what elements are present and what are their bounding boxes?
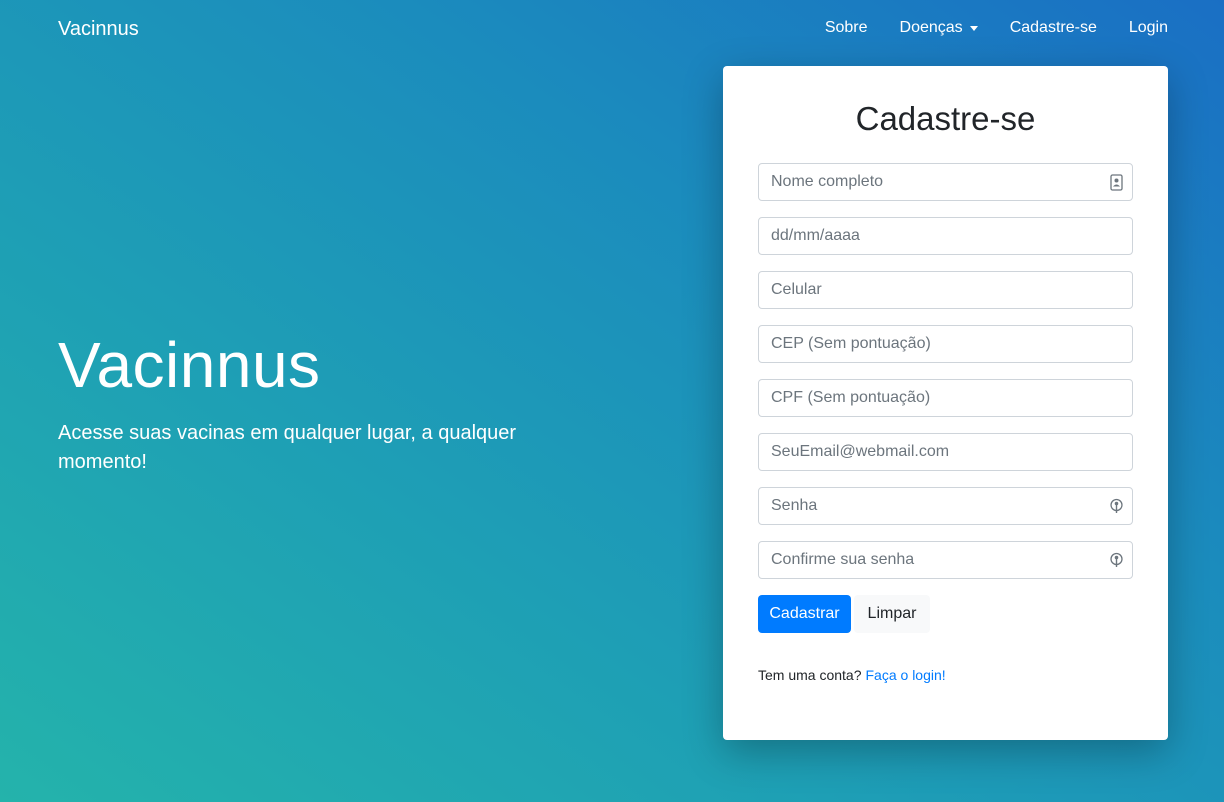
nav-link-sobre[interactable]: Sobre (825, 19, 868, 37)
login-link[interactable]: Faça o login! (866, 667, 946, 683)
nav-link-cadastre-se[interactable]: Cadastre-se (1010, 19, 1097, 37)
confirm-password-field-wrapper (758, 541, 1133, 579)
brand-link[interactable]: Vacinnus (58, 18, 139, 41)
hero-title: Vacinnus (58, 329, 321, 401)
password-key-icon[interactable] (1110, 498, 1123, 515)
navbar: Vacinnus Sobre Doenças Cadastre-se Login (0, 0, 1224, 60)
login-prompt-text: Tem uma conta? (758, 667, 862, 683)
signup-card: Cadastre-se Nome completo dd/mm/aaaa Cel… (723, 66, 1168, 740)
phone-field-wrapper (758, 271, 1133, 309)
cpf-input[interactable] (759, 380, 1132, 416)
cep-field-wrapper (758, 325, 1133, 363)
name-input[interactable] (759, 164, 1132, 200)
hero-subtitle: Acesse suas vacinas em qualquer lugar, a… (58, 422, 517, 473)
cep-input[interactable] (759, 326, 1132, 362)
birthdate-input[interactable] (759, 218, 1132, 254)
login-prompt-line: Tem uma conta? Faça o login! (758, 667, 946, 683)
confirm-password-input[interactable] (759, 542, 1132, 578)
password-key-icon[interactable] (1110, 552, 1123, 569)
password-input[interactable] (759, 488, 1132, 524)
email-input[interactable] (759, 434, 1132, 470)
nav-dropdown-doencas[interactable]: Doenças (900, 19, 978, 37)
phone-input[interactable] (759, 272, 1132, 308)
form-title: Cadastre-se (855, 100, 1036, 137)
cpf-field-wrapper (758, 379, 1133, 417)
register-button[interactable]: Cadastrar (758, 595, 851, 633)
password-field-wrapper (758, 487, 1133, 525)
clear-button[interactable]: Limpar (854, 595, 930, 633)
nav-link-login[interactable]: Login (1129, 19, 1168, 37)
nav-links: Sobre Doenças Cadastre-se Login (793, 19, 1168, 37)
caret-down-icon (969, 25, 978, 31)
nav-dropdown-label: Doenças (899, 19, 963, 36)
contact-card-icon (1110, 174, 1123, 191)
name-field-wrapper (758, 163, 1133, 201)
birthdate-field-wrapper (758, 217, 1133, 255)
email-field-wrapper (758, 433, 1133, 471)
